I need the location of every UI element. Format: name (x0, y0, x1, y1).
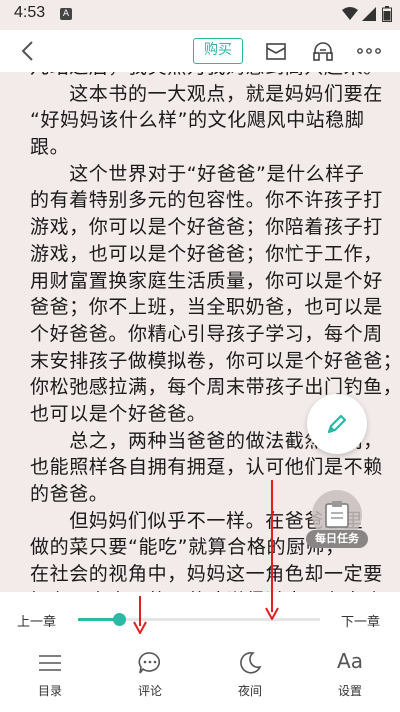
list-icon (39, 655, 61, 671)
text-line: 在社会的视角中，妈妈这一角色却一定要 (30, 563, 383, 586)
bottom-menu: 目录 评论 夜间 Aa 设置 (0, 646, 400, 712)
status-time: 4:53 (14, 4, 46, 21)
text-line: 游戏，你可以是个好爸爸；你陪着孩子打 (30, 216, 383, 239)
moon-icon (240, 651, 262, 674)
menu-label-settings: 设置 (337, 684, 362, 698)
headphones-icon[interactable] (311, 39, 335, 63)
reader-bottom-panel: 上一章 下一章 目录 评论 夜间 Aa 设置 (0, 592, 400, 712)
menu-item-contents[interactable]: 目录 (10, 646, 90, 712)
battery-icon (382, 6, 392, 22)
text-line: 游戏，也可以是个好爸爸；你忙于工作， (30, 242, 383, 265)
text-line: 个好爸爸。你精心引导孩子学习，每个周 (30, 322, 383, 345)
daily-task-label: 每日任务 (306, 530, 368, 548)
slider-thumb[interactable] (113, 613, 127, 626)
text-line: 用财富置换家庭生活质量，你可以是个好 (30, 269, 383, 292)
daily-task-button[interactable]: 每日任务 (306, 490, 368, 554)
text-line: 跟。 (30, 136, 70, 159)
menu-item-night-mode[interactable]: 夜间 (210, 646, 290, 712)
text-line: 爸爸；你不上班，当全职奶爸，也可以是 (30, 296, 383, 319)
text-line: 也能照样各自拥有拥趸，认可他们是不赖 (30, 456, 383, 479)
text-line: 的有着特别多元的包容性。你不许孩子打 (30, 189, 383, 212)
gift-box-icon[interactable] (264, 39, 288, 63)
text-line: 末安排孩子做模拟卷，你可以是个好爸爸； (30, 349, 400, 372)
next-chapter-button[interactable]: 下一章 (341, 611, 380, 630)
clipboard-icon (325, 501, 349, 528)
menu-label-contents: 目录 (37, 684, 62, 698)
write-note-button[interactable] (307, 394, 367, 454)
menu-label-night-mode: 夜间 (237, 684, 262, 698)
annotation-arrow-down (265, 480, 279, 620)
signal-icon (362, 7, 376, 21)
reader-toolbar: 购买 (0, 30, 400, 72)
text-line: 这本书的一大观点，就是妈妈们要在 (30, 82, 383, 105)
menu-label-comments: 评论 (137, 684, 162, 698)
back-arrow-icon[interactable] (16, 39, 40, 63)
text-line: 几站过后，我突然为我妈感到高兴起来。 (30, 72, 382, 81)
notification-app-icon: A (60, 8, 72, 20)
wifi-icon (342, 7, 358, 20)
comment-icon (138, 652, 161, 674)
font-settings-icon: Aa (337, 649, 363, 673)
chapter-navigation: 上一章 下一章 (0, 592, 400, 646)
text-line: 这个世界对于“好爸爸”是什么样子 (30, 162, 365, 185)
text-line: “好妈妈该什么样”的文化飓风中站稳脚 (30, 109, 365, 132)
menu-item-settings[interactable]: Aa 设置 (310, 646, 390, 712)
chapter-progress-slider[interactable] (78, 613, 320, 626)
more-options-icon[interactable] (357, 39, 381, 63)
pencil-icon (327, 414, 347, 434)
annotation-arrow-down (133, 596, 147, 634)
buy-button[interactable]: 购买 (193, 38, 243, 64)
status-bar: 4:53 A (0, 0, 400, 30)
previous-chapter-button[interactable]: 上一章 (17, 611, 56, 630)
menu-item-comments[interactable]: 评论 (110, 646, 190, 712)
